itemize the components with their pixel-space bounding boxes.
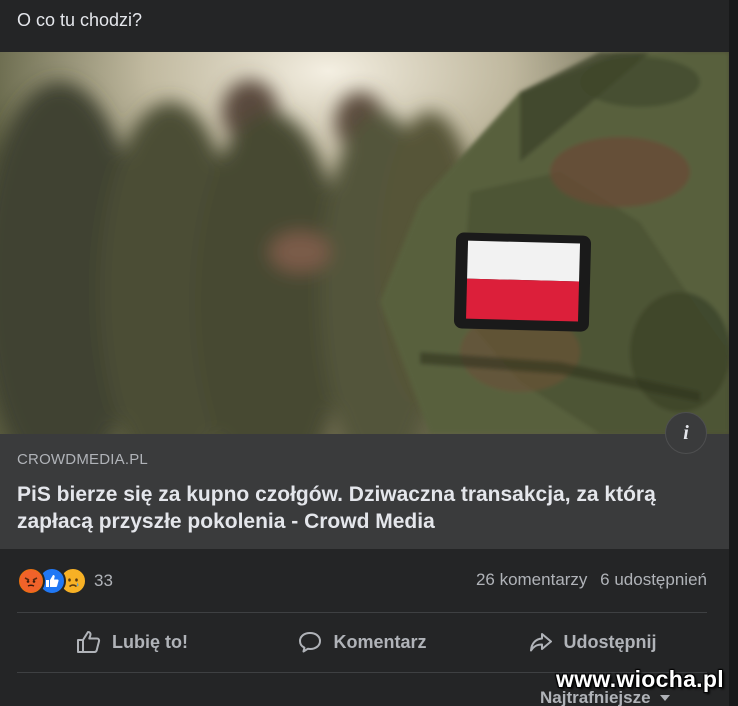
like-button[interactable]: Lubię to!: [17, 616, 247, 668]
like-button-label: Lubię to!: [112, 631, 188, 652]
watermark: www.wiocha.pl: [556, 666, 724, 692]
reaction-count[interactable]: 33: [94, 571, 113, 591]
angry-reaction-icon: [17, 567, 45, 595]
share-icon: [529, 633, 552, 652]
post-actions: Lubię to! Komentarz Udostępnij: [17, 616, 707, 668]
thumbs-up-icon: [77, 631, 101, 653]
chevron-down-icon: [659, 695, 670, 701]
comment-button-label: Komentarz: [333, 631, 427, 652]
share-button[interactable]: Udostępnij: [477, 616, 707, 668]
link-title[interactable]: PiS bierze się za kupno czołgów. Dziwacz…: [17, 481, 697, 535]
post-card: O co tu chodzi? CROWDMEDIA.PL PiS bierze…: [0, 0, 729, 706]
info-icon[interactable]: i: [665, 412, 707, 454]
share-button-label: Udostępnij: [563, 631, 657, 652]
engagement-counts: 26 komentarzy 6 udostępnień: [468, 570, 707, 590]
comments-count[interactable]: 26 komentarzy: [476, 570, 588, 589]
divider: [17, 612, 707, 613]
comment-icon: [299, 632, 322, 653]
shares-count[interactable]: 6 udostępnień: [600, 570, 707, 589]
link-domain: CROWDMEDIA.PL: [17, 451, 148, 468]
reactions-summary[interactable]: 33: [17, 566, 113, 596]
comment-button[interactable]: Komentarz: [247, 616, 477, 668]
link-preview-image[interactable]: [0, 52, 729, 434]
post-text: O co tu chodzi?: [17, 10, 143, 30]
link-preview[interactable]: CROWDMEDIA.PL PiS bierze się za kupno cz…: [0, 434, 729, 549]
post-stats: 33 26 komentarzy 6 udostępnień: [17, 566, 707, 598]
